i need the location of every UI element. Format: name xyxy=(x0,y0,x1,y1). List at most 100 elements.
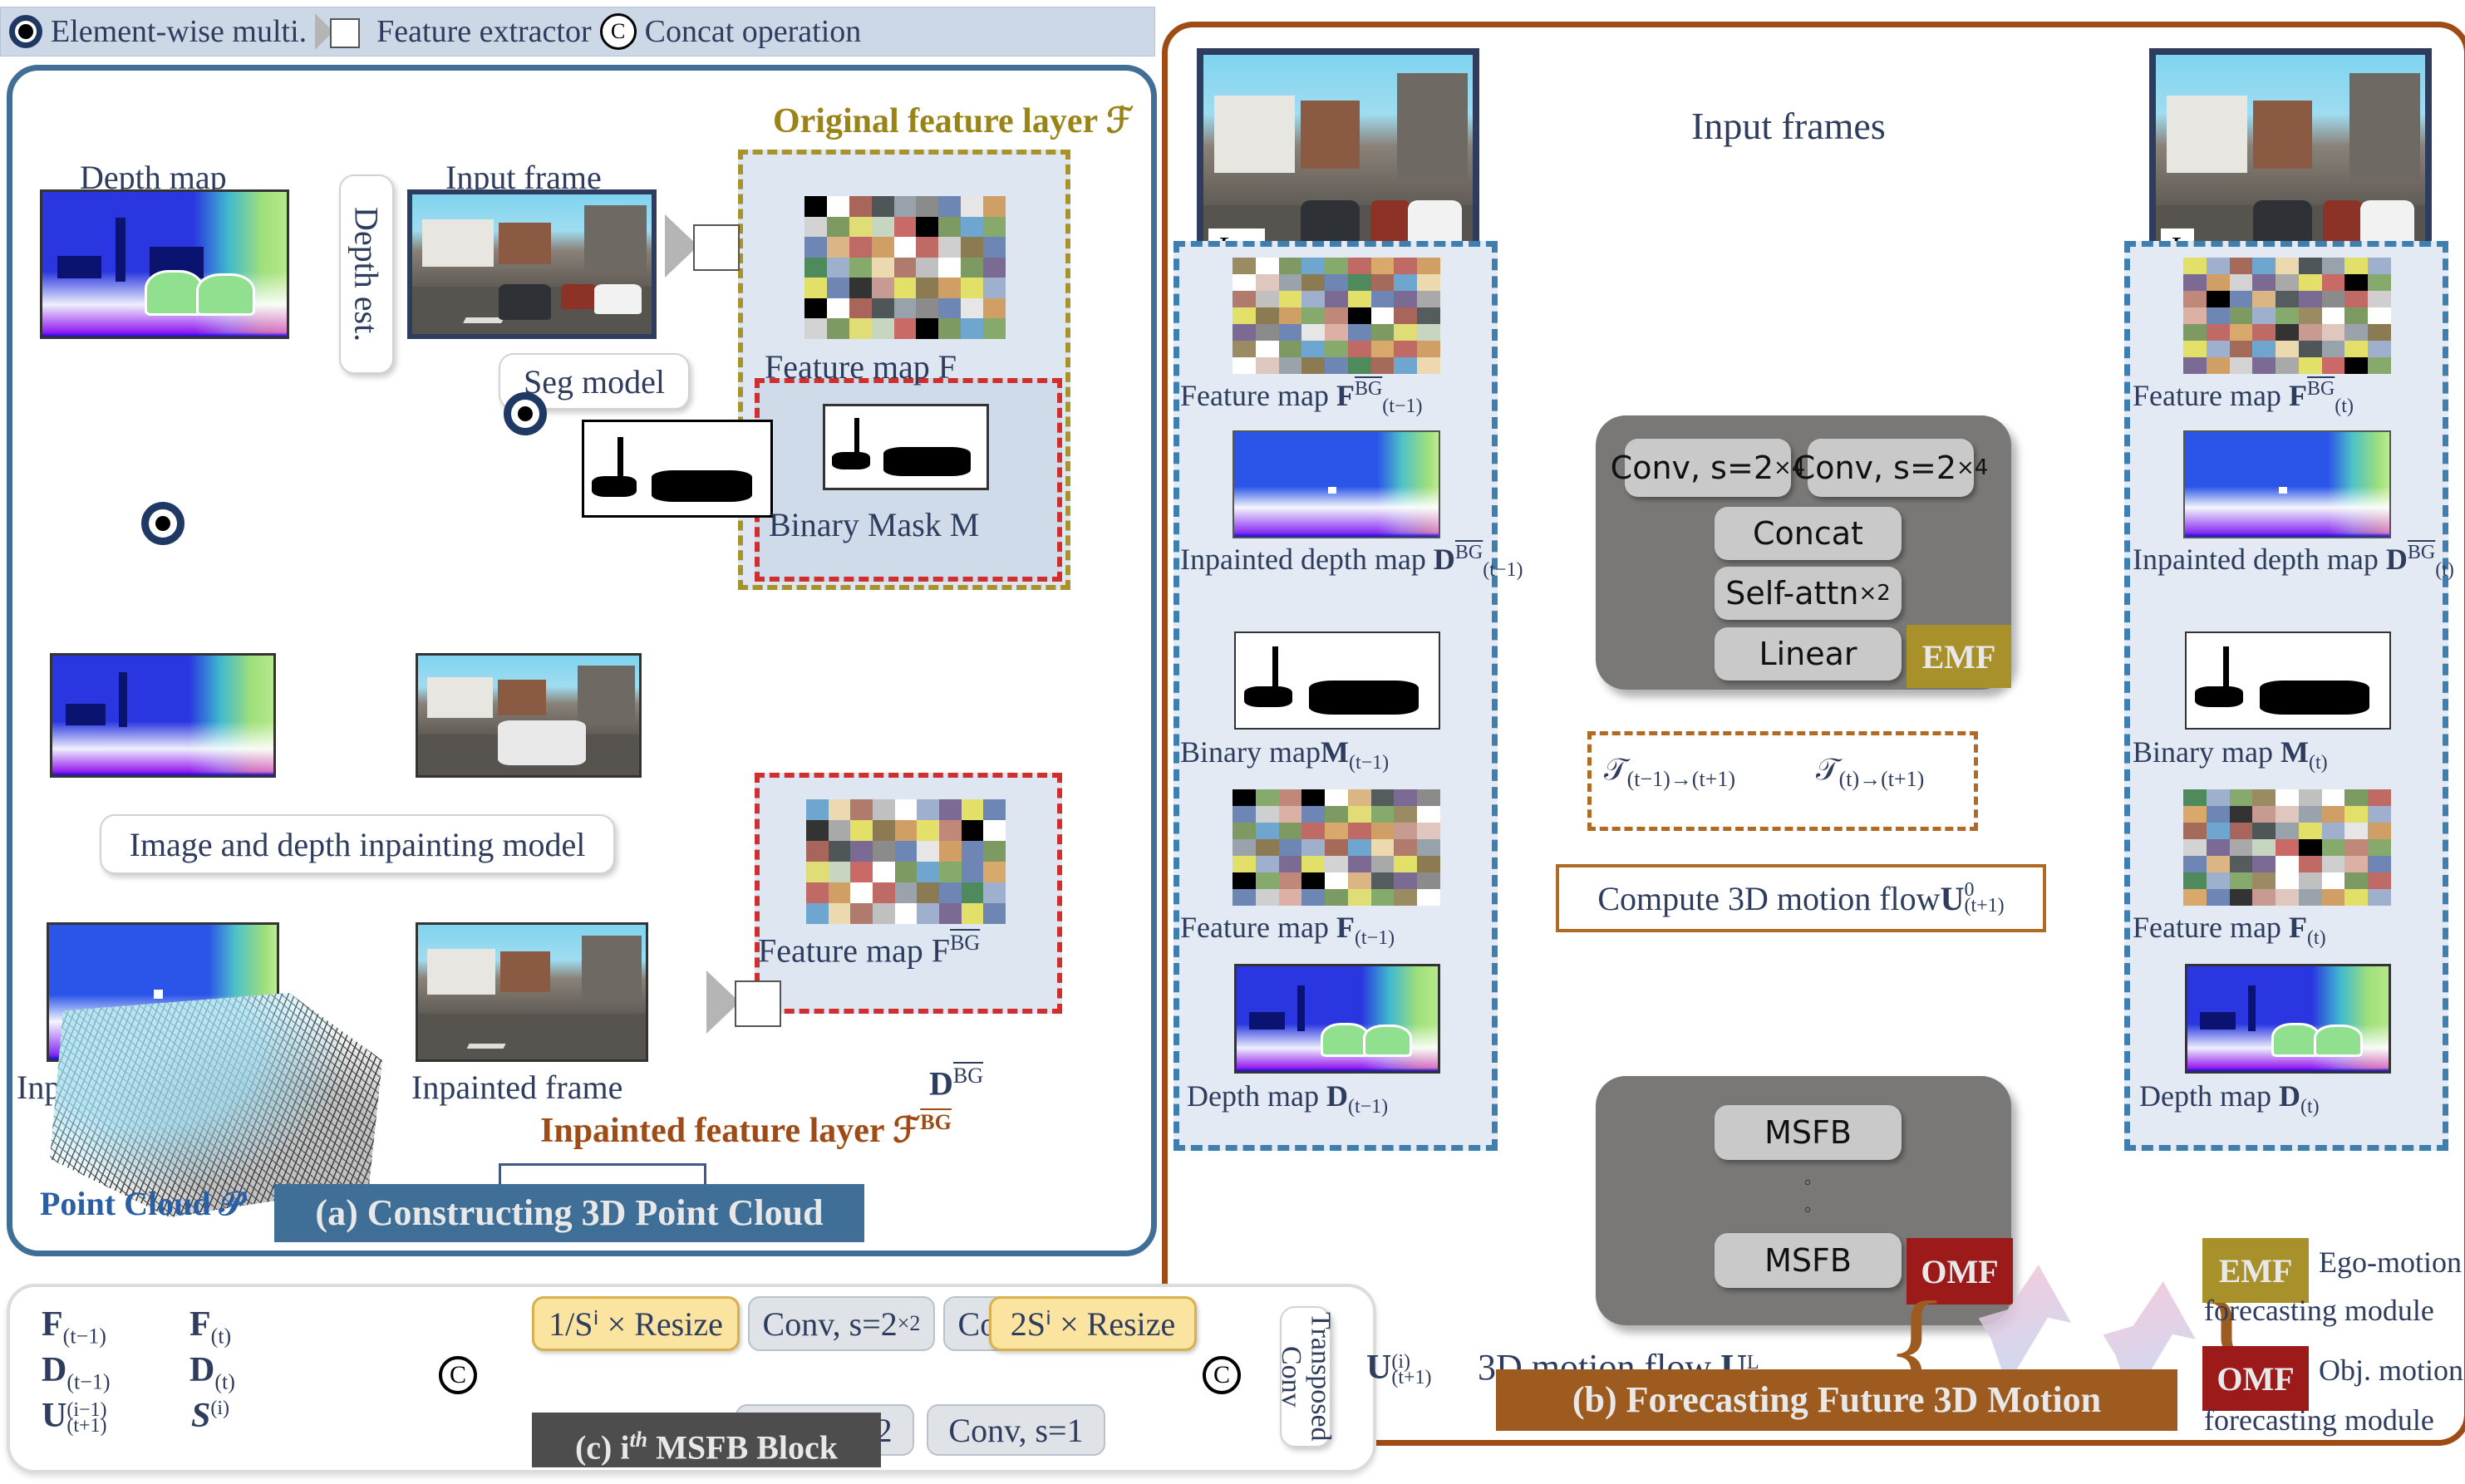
feature-cell xyxy=(828,903,851,924)
feature-cell xyxy=(1301,889,1326,906)
msfb-input-d-cur: D(t) xyxy=(189,1350,235,1394)
inpainted-depth-prev-text: Inpainted depth map xyxy=(1180,543,1426,576)
feature-cell xyxy=(828,862,851,882)
feature-cell xyxy=(2276,307,2299,324)
input-frame-image xyxy=(407,189,657,339)
point-cloud-label: Point Cloud 𝒫 xyxy=(40,1185,244,1222)
depth-map-image xyxy=(40,189,289,339)
feature-cell xyxy=(983,882,1006,903)
msfb-input-u: U (i−1) (t+1) xyxy=(42,1396,107,1436)
depth-map-prev-symbol: D xyxy=(1326,1079,1348,1113)
feature-cell xyxy=(1301,806,1326,823)
feature-cell xyxy=(1301,307,1326,324)
feature-cell xyxy=(1325,839,1348,856)
feature-cell xyxy=(2183,856,2207,872)
feature-cell xyxy=(2298,806,2322,823)
feature-cell xyxy=(2206,291,2230,307)
feature-map-bg-prev-label: Feature map FBG(t−1) xyxy=(1180,378,1422,418)
feature-cell xyxy=(894,841,918,862)
feature-cell xyxy=(849,318,872,339)
feature-cell xyxy=(893,318,917,339)
feature-cell xyxy=(828,841,851,862)
feature-cell xyxy=(804,196,827,217)
feature-cell xyxy=(1370,789,1395,806)
feature-cell xyxy=(2298,823,2322,839)
feature-cell xyxy=(2229,823,2253,839)
msfb-output-symbol: U xyxy=(1366,1349,1392,1387)
feature-cell xyxy=(2276,258,2299,274)
feature-cell xyxy=(2206,307,2230,324)
feature-cell xyxy=(1255,806,1279,823)
feature-cell xyxy=(1232,357,1256,374)
conv-s1-box[interactable]: Conv, s=1 xyxy=(927,1404,1105,1456)
depth-est-box[interactable]: Depth est. xyxy=(339,174,394,374)
transposed-conv-box[interactable]: Transposed Conv xyxy=(1276,1306,1336,1447)
omf-msfb-bottom[interactable]: MSFB xyxy=(1715,1233,1902,1288)
feature-cell xyxy=(2252,856,2276,872)
emf-linear[interactable]: Linear xyxy=(1715,627,1902,681)
feature-cell xyxy=(871,216,894,238)
feature-map-fbg-text: Feature map F xyxy=(758,931,951,970)
feature-cell xyxy=(1394,789,1418,806)
feature-cell xyxy=(2298,872,2322,889)
feature-cell xyxy=(1325,889,1348,906)
feature-cell xyxy=(2229,324,2253,341)
feature-map-f-text: Feature map F xyxy=(765,348,957,386)
feature-cell xyxy=(1347,258,1371,274)
msfb-input-f-cur-sub: (t) xyxy=(210,1324,232,1349)
feature-cell xyxy=(1255,872,1279,889)
feature-cell xyxy=(1325,324,1348,341)
resize-down-box[interactable]: 1/Sⁱ × Resize xyxy=(532,1296,740,1351)
feature-cell xyxy=(916,196,939,217)
feature-cell xyxy=(983,903,1006,924)
conv-s2-x2-box[interactable]: Conv, s=2 ×2 xyxy=(748,1296,935,1351)
panel-b-caption: (b) Forecasting Future 3D Motion xyxy=(1496,1369,2177,1431)
resize-up-box[interactable]: 2Sⁱ × Resize xyxy=(989,1296,1197,1351)
feature-cell xyxy=(1347,324,1371,341)
feature-cell xyxy=(1394,341,1418,357)
feature-cell xyxy=(2368,274,2391,291)
feature-cell xyxy=(1255,274,1279,291)
feature-map-bg-prev-sub: (t−1) xyxy=(1382,396,1423,418)
feature-cell xyxy=(1370,357,1395,374)
feature-map-bg-cur-text: Feature map xyxy=(2133,379,2289,412)
feature-cell xyxy=(1255,889,1279,906)
emf-selfattn[interactable]: Self-attn ×2 xyxy=(1715,567,1902,620)
feature-cell xyxy=(916,297,939,319)
feature-cell xyxy=(1278,341,1302,357)
feature-cell xyxy=(2206,341,2230,357)
legend-omf-tag: OMF xyxy=(2202,1346,2309,1411)
feature-map-bg-prev-text: Feature map xyxy=(1180,379,1336,412)
compute-3d-motion-flow-box[interactable]: Compute 3D motion flow U 0 (t+1) xyxy=(1556,864,2046,932)
emf-conv-right[interactable]: Conv, s=2 ×4 xyxy=(1793,439,1988,497)
feature-cell xyxy=(2368,889,2391,906)
inpainting-model-box[interactable]: Image and depth inpainting model xyxy=(100,814,615,874)
feature-cell xyxy=(2229,856,2253,872)
feature-cell xyxy=(894,799,918,820)
feature-cell xyxy=(2344,889,2369,906)
feature-cell xyxy=(893,297,917,319)
omf-msfb-top[interactable]: MSFB xyxy=(1715,1105,1902,1160)
feature-cell xyxy=(2183,806,2207,823)
feature-map-f-image xyxy=(804,196,1006,339)
feature-cell xyxy=(826,257,849,278)
feature-cell xyxy=(1325,806,1348,823)
feature-cell xyxy=(1301,324,1326,341)
feature-cell xyxy=(1278,258,1302,274)
binary-map-prev-sub: (t−1) xyxy=(1348,752,1390,774)
feature-cell xyxy=(2229,341,2253,357)
feature-cell xyxy=(2206,823,2230,839)
feature-cell xyxy=(2252,357,2276,374)
feature-cell xyxy=(2252,258,2276,274)
feature-cell xyxy=(1232,291,1256,307)
feature-cell xyxy=(2276,357,2299,374)
inpainted-depth-cur-label: Inpainted depth map DBG(t) xyxy=(2133,542,2454,582)
feature-cell xyxy=(1255,789,1279,806)
feature-cell xyxy=(2344,872,2369,889)
feature-cell xyxy=(938,196,962,217)
feature-cell xyxy=(2206,839,2230,856)
emf-concat[interactable]: Concat xyxy=(1715,507,1902,560)
feature-cell xyxy=(1347,872,1371,889)
emf-conv-left[interactable]: Conv, s=2 ×4 xyxy=(1611,439,1805,497)
feature-cell xyxy=(826,297,849,319)
